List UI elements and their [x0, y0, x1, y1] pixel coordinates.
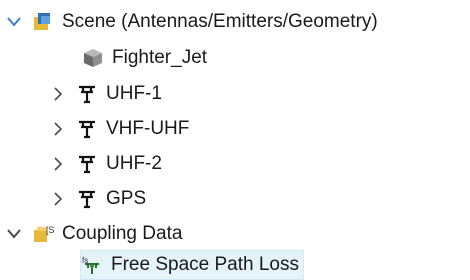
- chevron-right-icon[interactable]: [50, 86, 66, 102]
- scene-folder-icon: [32, 11, 54, 33]
- antenna-icon: [76, 118, 98, 140]
- chevron-down-icon[interactable]: [6, 14, 22, 30]
- tree-node-label: Free Space Path Loss: [111, 254, 299, 275]
- tree-node-label: UHF-1: [106, 83, 162, 104]
- tree-node-fighter-jet[interactable]: Fighter_Jet: [82, 40, 207, 76]
- tree-node-label: GPS: [106, 188, 147, 209]
- tree-node-gps[interactable]: GPS: [50, 181, 146, 217]
- tree-node-label: Coupling Data: [62, 223, 183, 244]
- tree-node-label: Scene (Antennas/Emitters/Geometry): [62, 11, 378, 32]
- tree-node-uhf-1[interactable]: UHF-1: [50, 76, 162, 112]
- tree-node-scene[interactable]: Scene (Antennas/Emitters/Geometry): [6, 4, 378, 40]
- scene-tree: Scene (Antennas/Emitters/Geometry) Fight…: [0, 0, 470, 280]
- tree-node-vhf-uhf[interactable]: VHF-UHF: [50, 111, 189, 147]
- geometry-cube-icon: [82, 47, 104, 69]
- tree-node-label: UHF-2: [106, 153, 162, 174]
- tree-node-uhf-2[interactable]: UHF-2: [50, 146, 162, 182]
- chevron-right-icon[interactable]: [50, 156, 66, 172]
- antenna-icon: [76, 153, 98, 175]
- chevron-right-icon[interactable]: [50, 121, 66, 137]
- svg-text:[S]: [S]: [46, 225, 54, 235]
- chevron-right-icon[interactable]: [50, 191, 66, 207]
- coupling-folder-icon: [S]: [32, 223, 54, 245]
- tree-node-free-space-path-loss[interactable]: fs Free Space Path Loss: [80, 250, 304, 280]
- chevron-down-icon[interactable]: [6, 226, 22, 242]
- tree-node-label: Fighter_Jet: [112, 47, 208, 68]
- tree-node-label: VHF-UHF: [106, 118, 190, 139]
- antenna-icon: [76, 188, 98, 210]
- tree-node-coupling-data[interactable]: [S] Coupling Data: [6, 216, 182, 252]
- path-loss-icon: fs: [81, 254, 103, 276]
- antenna-icon: [76, 83, 98, 105]
